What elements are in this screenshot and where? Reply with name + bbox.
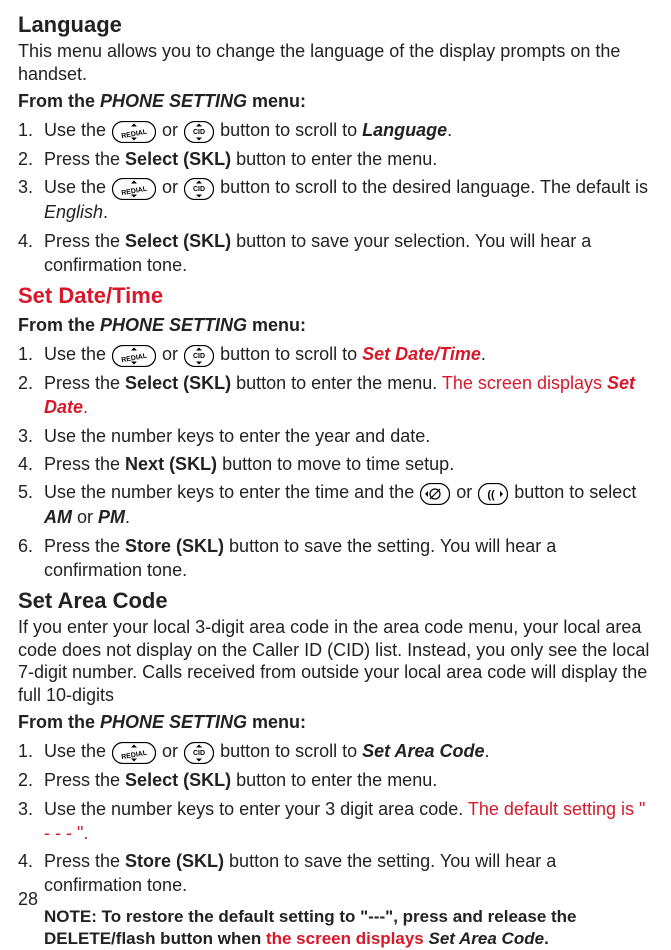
- language-steps: 1. Use the or button to scroll to Langua…: [18, 118, 655, 277]
- language-step-3: 3. Use the or button to scroll to the de…: [18, 175, 655, 224]
- language-step-4: 4. Press the Select (SKL) button to save…: [18, 229, 655, 278]
- mute-icon: [420, 483, 450, 505]
- areacode-steps: 1. Use the or button to scroll to Set Ar…: [18, 739, 655, 897]
- page-number: 28: [18, 889, 38, 910]
- areacode-step-3: 3. Use the number keys to enter your 3 d…: [18, 797, 655, 846]
- datetime-step-5: 5. Use the number keys to enter the time…: [18, 480, 655, 529]
- areacode-menuline: From the PHONE SETTING menu:: [18, 712, 655, 733]
- cid-icon: [184, 345, 214, 367]
- redial-icon: [112, 345, 156, 367]
- heading-datetime: Set Date/Time: [18, 283, 655, 309]
- redial-icon: [112, 742, 156, 764]
- heading-areacode: Set Area Code: [18, 588, 655, 614]
- areacode-intro: If you enter your local 3-digit area cod…: [18, 616, 655, 706]
- datetime-step-4: 4. Press the Next (SKL) button to move t…: [18, 452, 655, 476]
- datetime-menuline: From the PHONE SETTING menu:: [18, 315, 655, 336]
- areacode-step-2: 2. Press the Select (SKL) button to ente…: [18, 768, 655, 792]
- language-menuline: From the PHONE SETTING menu:: [18, 91, 655, 112]
- areacode-step-1: 1. Use the or button to scroll to Set Ar…: [18, 739, 655, 764]
- datetime-step-2: 2. Press the Select (SKL) button to ente…: [18, 371, 655, 420]
- cid-icon: [184, 742, 214, 764]
- cid-icon: [184, 121, 214, 143]
- redial-icon: [112, 121, 156, 143]
- ring-icon: [478, 483, 508, 505]
- language-step-1: 1. Use the or button to scroll to Langua…: [18, 118, 655, 143]
- datetime-step-6: 6. Press the Store (SKL) button to save …: [18, 534, 655, 583]
- language-step-2: 2. Press the Select (SKL) button to ente…: [18, 147, 655, 171]
- areacode-step-4: 4. Press the Store (SKL) button to save …: [18, 849, 655, 898]
- language-intro: This menu allows you to change the langu…: [18, 40, 655, 85]
- cid-icon: [184, 178, 214, 200]
- heading-language: Language: [18, 12, 655, 38]
- datetime-step-3: 3. Use the number keys to enter the year…: [18, 424, 655, 448]
- redial-icon: [112, 178, 156, 200]
- datetime-steps: 1. Use the or button to scroll to Set Da…: [18, 342, 655, 582]
- datetime-step-1: 1. Use the or button to scroll to Set Da…: [18, 342, 655, 367]
